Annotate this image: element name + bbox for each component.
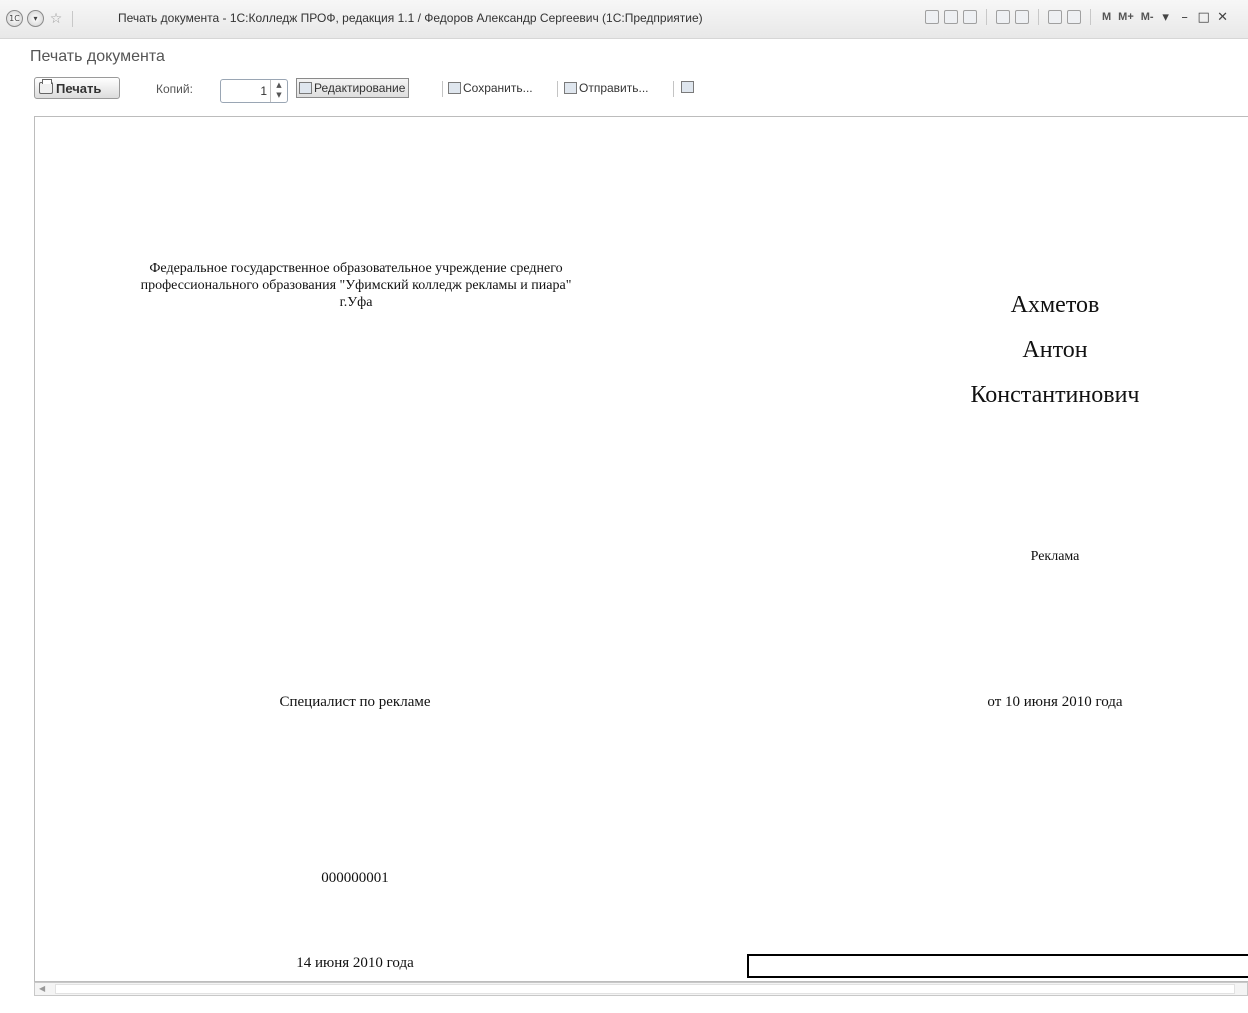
titlebar-separator	[1090, 9, 1091, 25]
horizontal-scrollbar[interactable]: ◀	[34, 982, 1248, 996]
titlebar-dropdown-icon[interactable]: ▾	[1159, 10, 1173, 25]
memory-button-m-plus[interactable]: M+	[1118, 11, 1134, 23]
copies-stepper[interactable]: 1 ▲ ▼	[220, 79, 288, 103]
titlebar-separator	[72, 10, 73, 27]
edit-icon	[299, 82, 312, 94]
edit-toggle-button[interactable]: Редактирование	[296, 78, 410, 98]
toolbar-separator	[557, 81, 558, 97]
minimize-button[interactable]: –	[1178, 10, 1192, 25]
titlebar-separator	[986, 9, 987, 25]
organization-city: г.Уфа	[339, 295, 373, 310]
document-sheet[interactable]: Федеральное государственное образователь…	[34, 116, 1248, 982]
printer-icon	[39, 79, 53, 94]
page-preview-icon	[681, 81, 694, 93]
favorites-icon[interactable]	[996, 10, 1010, 24]
memory-button-m[interactable]: M	[1102, 11, 1111, 23]
titlebar-left-controls: 1С ▾ ☆	[6, 10, 77, 27]
scroll-left-icon[interactable]: ◀	[39, 983, 45, 995]
qualification: Специалист по рекламе	[279, 694, 431, 710]
copies-value[interactable]: 1	[260, 84, 267, 98]
organization-line: профессионального образования "Уфимский …	[140, 278, 572, 293]
issue-date: 14 июня 2010 года	[296, 955, 414, 971]
scrollbar-thumb[interactable]	[55, 984, 1235, 994]
titlebar-separator	[1038, 9, 1039, 25]
edit-button-label: Редактирование	[314, 81, 406, 95]
save-icon[interactable]	[925, 10, 939, 24]
student-patronymic: Константинович	[970, 382, 1140, 408]
memory-button-m-minus[interactable]: M-	[1141, 11, 1154, 23]
organization-name: Федеральное государственное образователь…	[45, 260, 667, 311]
student-full-name: Ахметов Антон Константинович	[915, 283, 1195, 418]
calculator-icon[interactable]	[1048, 10, 1062, 24]
preview-icon[interactable]	[963, 10, 977, 24]
page-preview-button[interactable]	[681, 81, 696, 93]
student-first-name: Антон	[1022, 337, 1088, 363]
send-button[interactable]: Отправить...	[564, 81, 649, 95]
organization-line: Федеральное государственное образователь…	[149, 261, 563, 276]
print-button[interactable]: Печать	[34, 77, 120, 99]
star-icon[interactable]: ☆	[48, 11, 64, 27]
calendar-icon[interactable]	[1067, 10, 1081, 24]
save-button-label: Сохранить...	[463, 81, 533, 95]
titlebar-right-controls: M M+ M- ▾ – □ ✕	[925, 9, 1230, 25]
toolbar-separator	[673, 81, 674, 97]
toolbar-separator	[442, 81, 443, 97]
print-icon[interactable]	[944, 10, 958, 24]
bordered-cell	[747, 954, 1248, 978]
copies-label: Копий:	[156, 82, 193, 96]
chevron-down-icon[interactable]: ▾	[27, 10, 44, 27]
save-button[interactable]: Сохранить...	[448, 81, 533, 95]
1c-logo-icon[interactable]: 1С	[6, 10, 23, 27]
close-button[interactable]: ✕	[1216, 10, 1230, 25]
student-surname: Ахметов	[1010, 292, 1100, 318]
window-title: Печать документа - 1С:Колледж ПРОФ, реда…	[118, 11, 703, 25]
form-title: Печать документа	[30, 48, 165, 65]
toolbar: Печать Копий: 1 ▲ ▼ Редактирование Сохран…	[30, 76, 710, 103]
print-button-label: Печать	[56, 80, 102, 96]
maximize-button[interactable]: □	[1197, 10, 1211, 25]
window-titlebar: 1С ▾ ☆ Печать документа - 1С:Колледж ПРО…	[0, 0, 1248, 39]
history-icon[interactable]	[1015, 10, 1029, 24]
protocol-date: от 10 июня 2010 года	[987, 694, 1123, 710]
registration-number: 000000001	[321, 870, 389, 886]
spin-arrows-icon[interactable]: ▲ ▼	[270, 80, 287, 102]
specialty: Реклама	[1030, 549, 1080, 564]
send-button-label: Отправить...	[579, 81, 649, 95]
envelope-icon	[564, 82, 577, 94]
floppy-icon	[448, 82, 461, 94]
